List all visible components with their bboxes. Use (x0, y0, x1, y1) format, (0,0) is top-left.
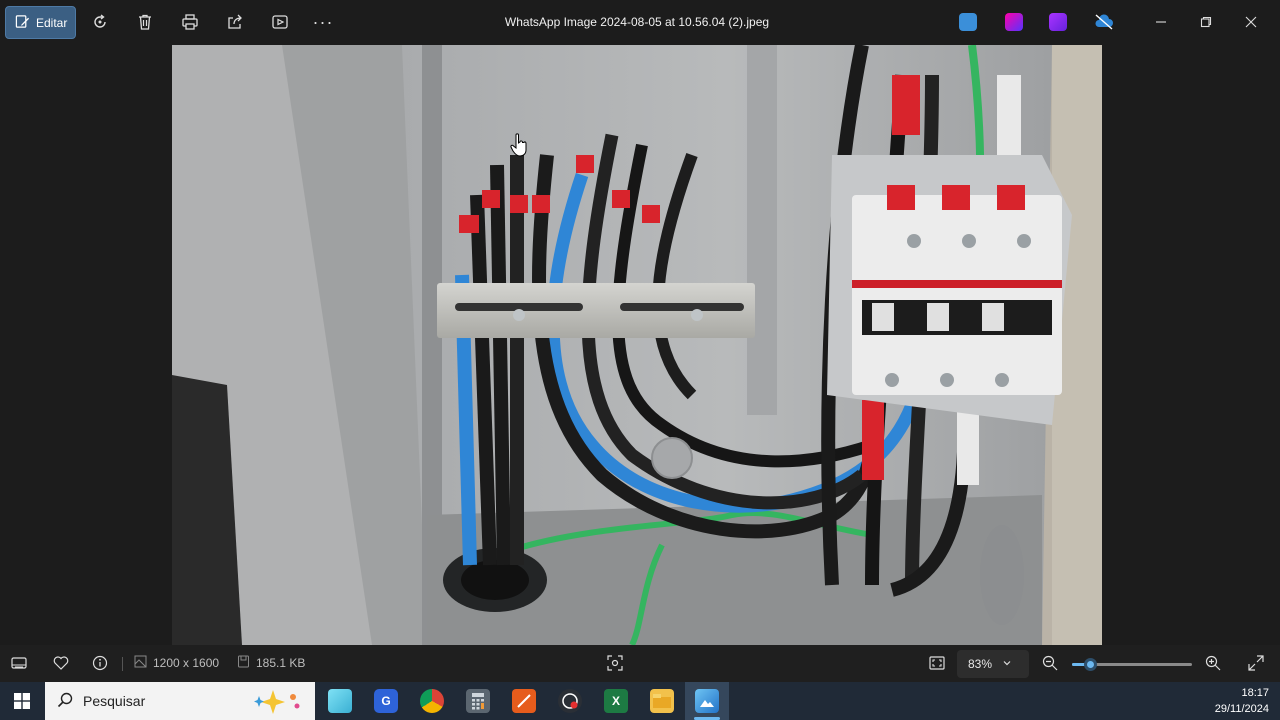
storage-icon (237, 655, 250, 671)
system-clock[interactable]: 18:17 29/11/2024 (1215, 685, 1269, 717)
dimensions-text: 1200 x 1600 (153, 656, 220, 670)
dimensions-icon (134, 655, 147, 671)
zoom-slider-thumb[interactable] (1084, 658, 1097, 671)
edit-label: Editar (36, 15, 68, 30)
zoom-out-icon[interactable] (1042, 655, 1058, 671)
favorite-icon[interactable] (53, 655, 69, 671)
delete-icon[interactable] (134, 11, 156, 33)
slideshow-icon[interactable] (269, 11, 291, 33)
filmstrip-icon[interactable] (11, 655, 27, 671)
edit-button[interactable]: Editar (5, 6, 76, 39)
info-icon[interactable] (92, 655, 108, 671)
zoom-in-icon[interactable] (1205, 655, 1221, 671)
status-divider (122, 657, 123, 671)
windows-start-icon[interactable] (10, 689, 34, 713)
search-placeholder: Pesquisar (83, 693, 146, 709)
restore-icon[interactable] (1195, 11, 1217, 33)
image-dimensions: 1200 x 1600 (134, 655, 219, 671)
photos-app-icon[interactable] (695, 689, 719, 713)
search-icon (57, 692, 73, 711)
taskbar-search[interactable]: Pesquisar (45, 682, 315, 720)
excel-app-icon[interactable]: X (604, 689, 628, 713)
hand-cursor-icon (510, 133, 527, 157)
fit-to-window-icon[interactable] (929, 655, 945, 671)
chrome-app-icon[interactable] (420, 689, 444, 713)
share-icon[interactable] (224, 11, 246, 33)
zoom-value: 83% (968, 657, 993, 671)
designer-app-icon[interactable] (959, 13, 977, 31)
status-bar: 1200 x 1600 185.1 KB 83% (0, 645, 1280, 682)
zoom-dropdown[interactable]: 83% (957, 650, 1029, 678)
g-app-icon[interactable]: G (374, 689, 398, 713)
electrical-panel-photo (172, 45, 1102, 645)
more-icon[interactable]: ··· (312, 11, 334, 33)
window-title: WhatsApp Image 2024-08-05 at 10.56.04 (2… (504, 15, 770, 29)
close-icon[interactable] (1240, 11, 1262, 33)
calculator-app-icon[interactable] (466, 689, 490, 713)
photos-app-window: Editar ··· WhatsApp Image 2024-08-05 at … (0, 0, 1280, 682)
photo-viewer-image[interactable] (172, 45, 1102, 645)
chevron-down-icon (1002, 657, 1012, 671)
print-icon[interactable] (179, 11, 201, 33)
clock-date: 29/11/2024 (1214, 703, 1269, 715)
sparkle-icon (251, 688, 303, 717)
zoom-slider[interactable] (1072, 658, 1192, 671)
taskbar: Pesquisar G X 18:17 29/11/2024 (0, 682, 1280, 720)
video-editor-icon[interactable] (1049, 13, 1067, 31)
fullscreen-icon[interactable] (1248, 655, 1264, 671)
minimize-icon[interactable] (1150, 11, 1172, 33)
obs-app-icon[interactable] (558, 689, 582, 713)
clipchamp-app-icon[interactable] (1005, 13, 1023, 31)
clock-time: 18:17 (1241, 687, 1269, 699)
file-explorer-icon[interactable] (650, 689, 674, 713)
rotate-icon[interactable] (89, 11, 111, 33)
visual-search-icon[interactable] (607, 655, 623, 671)
edit-icon (15, 14, 30, 32)
file-size-text: 185.1 KB (256, 656, 306, 670)
file-size: 185.1 KB (237, 655, 305, 671)
notepad-app-icon[interactable] (328, 689, 352, 713)
drawing-app-icon[interactable] (512, 689, 536, 713)
cloud-off-icon[interactable] (1093, 11, 1115, 33)
title-bar: Editar ··· WhatsApp Image 2024-08-05 at … (0, 0, 1280, 45)
